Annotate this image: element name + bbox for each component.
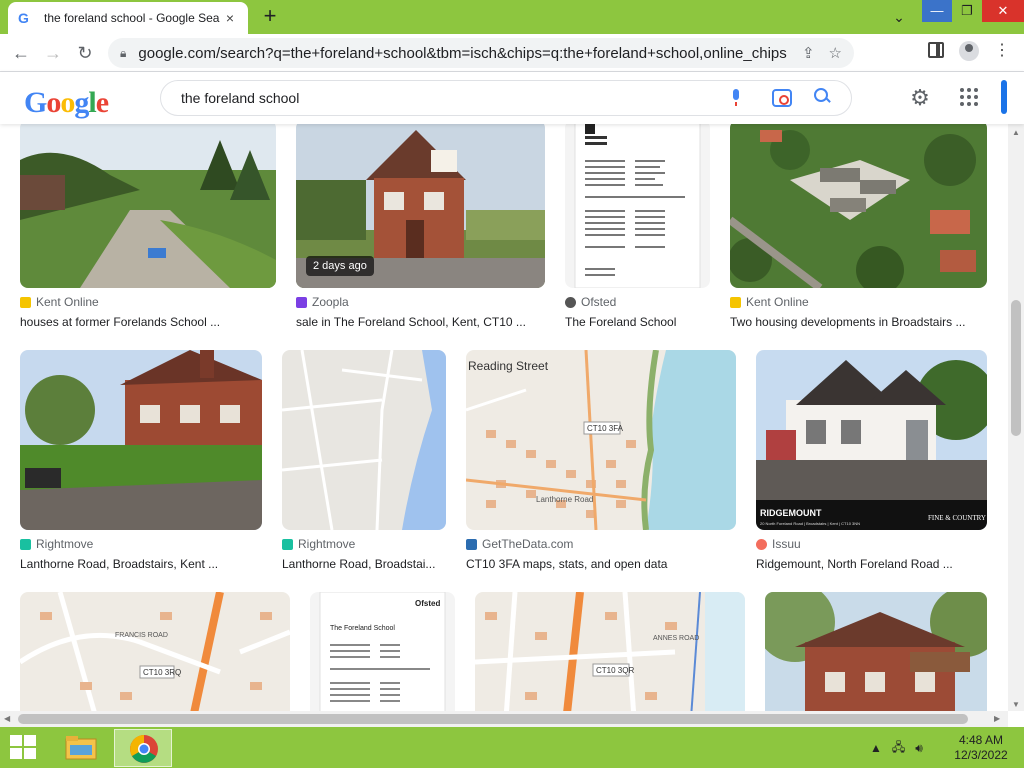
microphone-icon[interactable]	[730, 89, 742, 107]
ofsted-logo-text: Ofsted	[415, 599, 440, 608]
result-source[interactable]: Rightmove	[20, 537, 93, 551]
zoopla-favicon-icon	[296, 296, 307, 308]
map-street-label: Reading Street	[468, 359, 549, 373]
window-close-button[interactable]: ✕	[982, 0, 1024, 22]
lock-icon[interactable]: 🔒︎	[120, 46, 126, 61]
clock-date: 12/3/2022	[954, 748, 1008, 762]
tab-search-icon[interactable]: ⌄	[888, 6, 910, 28]
new-tab-button[interactable]: +	[258, 5, 282, 29]
result-source[interactable]: Ofsted	[565, 295, 616, 309]
share-icon[interactable]: ⇪	[802, 44, 815, 62]
map-postcode-label: CT10 3RQ	[143, 668, 181, 677]
window-maximize-button[interactable]: ❐	[952, 0, 982, 22]
profile-avatar-icon[interactable]	[959, 41, 979, 61]
windows-start-icon[interactable]	[10, 735, 38, 761]
result-thumbnail[interactable]	[730, 124, 987, 288]
file-explorer-icon[interactable]	[62, 733, 100, 763]
scroll-up-arrow-icon[interactable]: ▲	[1012, 128, 1020, 137]
rightmove-favicon-icon	[282, 538, 293, 550]
tab-close-icon[interactable]: ×	[222, 10, 238, 26]
result-caption[interactable]: Ridgemount, North Foreland Road ...	[756, 557, 987, 571]
result-thumbnail[interactable]: RIDGEMOUNT 20 North Foreland Road | Broa…	[756, 350, 987, 530]
taskbar-clock[interactable]: 4:48 AM 12/3/2022	[948, 733, 1014, 763]
result-thumbnail[interactable]	[765, 592, 987, 711]
result-source[interactable]: Issuu	[756, 537, 801, 551]
scroll-right-arrow-icon[interactable]: ▶	[994, 714, 1000, 723]
browser-tab[interactable]: G the foreland school - Google Sea ×	[8, 2, 248, 34]
chrome-taskbar-icon[interactable]	[114, 729, 172, 767]
getthedata-favicon-icon	[466, 538, 477, 550]
address-bar[interactable]: 🔒︎ google.com/search?q=the+foreland+scho…	[108, 38, 854, 68]
result-thumbnail[interactable]	[20, 350, 262, 530]
map-postcode-label: CT10 3QR	[596, 666, 634, 675]
image-results-grid: Kent Online houses at former Forelands S…	[0, 124, 1008, 711]
network-icon[interactable]: 🖧︎	[892, 738, 905, 759]
google-favicon-icon: G	[18, 10, 29, 26]
result-caption[interactable]: CT10 3FA maps, stats, and open data	[466, 557, 736, 571]
kent-online-favicon-icon	[20, 296, 31, 308]
result-source[interactable]: Rightmove	[282, 537, 355, 551]
system-tray: ▲ 🖧︎ 🔊︎	[870, 737, 923, 759]
browser-toolbar: ← → ↻ 🔒︎ google.com/search?q=the+forelan…	[0, 34, 1024, 72]
result-thumbnail[interactable]: CT10 3QR ANNES ROAD	[475, 592, 745, 711]
settings-gear-icon[interactable]: ⚙	[908, 86, 932, 110]
result-thumbnail[interactable]	[282, 350, 446, 530]
reload-icon[interactable]: ↻	[72, 40, 98, 66]
back-arrow-icon[interactable]: ←	[8, 40, 34, 66]
search-input[interactable]	[181, 90, 701, 106]
result-thumbnail[interactable]: Ofsted The Foreland School	[310, 592, 455, 711]
result-source[interactable]: Kent Online	[730, 295, 809, 309]
kent-online-favicon-icon	[730, 296, 741, 308]
result-thumbnail[interactable]: CT10 3FA Reading Street Lanthorne Road	[466, 350, 736, 530]
google-logo[interactable]: Google	[24, 86, 109, 120]
result-caption[interactable]: houses at former Forelands School ...	[20, 315, 276, 329]
result-thumbnail[interactable]	[565, 124, 710, 288]
issuu-favicon-icon	[756, 538, 767, 550]
ridgemount-subtitle: 20 North Foreland Road | Broadstairs | K…	[760, 521, 860, 526]
scroll-left-arrow-icon[interactable]: ◀	[4, 714, 10, 723]
volume-icon[interactable]: 🔊︎	[915, 741, 923, 756]
chrome-menu-icon[interactable]: ⋮	[992, 40, 1012, 62]
ofsted-favicon-icon	[565, 296, 576, 308]
document-title: The Foreland School	[330, 625, 395, 632]
tab-title: the foreland school - Google Sea	[44, 11, 220, 25]
map-street-label: FRANCIS ROAD	[115, 632, 168, 639]
result-caption[interactable]: The Foreland School	[565, 315, 710, 329]
result-thumbnail[interactable]: 2 days ago	[296, 124, 545, 288]
map-road-label: Lanthorne Road	[536, 495, 593, 504]
bookmark-star-icon[interactable]: ☆	[829, 44, 842, 62]
search-icon[interactable]	[814, 88, 832, 108]
search-box[interactable]	[160, 80, 852, 116]
google-apps-icon[interactable]	[960, 88, 978, 106]
result-source[interactable]: GetTheData.com	[466, 537, 573, 551]
result-thumbnail[interactable]: CT10 3RQ FRANCIS ROAD	[20, 592, 290, 711]
window-minimize-button[interactable]: —	[922, 0, 952, 22]
result-caption[interactable]: Lanthorne Road, Broadstairs, Kent ...	[20, 557, 262, 571]
vertical-scroll-thumb[interactable]	[1011, 300, 1021, 436]
result-thumbnail[interactable]	[20, 124, 276, 288]
rightmove-favicon-icon	[20, 538, 31, 550]
google-lens-icon[interactable]	[772, 89, 792, 107]
map-postcode-label: CT10 3FA	[587, 424, 624, 433]
result-source[interactable]: Kent Online	[20, 295, 99, 309]
tray-expand-icon[interactable]: ▲	[870, 741, 882, 755]
result-source[interactable]: Zoopla	[296, 295, 349, 309]
side-panel-icon[interactable]	[928, 42, 944, 58]
scroll-down-arrow-icon[interactable]: ▼	[1012, 700, 1020, 709]
forward-arrow-icon[interactable]: →	[40, 40, 66, 66]
url-text[interactable]: google.com/search?q=the+foreland+school&…	[138, 45, 788, 62]
time-badge: 2 days ago	[306, 256, 374, 276]
result-caption[interactable]: Lanthorne Road, Broadstai...	[282, 557, 446, 571]
result-caption[interactable]: Two housing developments in Broadstairs …	[730, 315, 987, 329]
map-road-label: ANNES ROAD	[653, 635, 699, 642]
fine-country-logo: FINE & COUNTRY	[928, 514, 986, 522]
result-caption[interactable]: sale in The Foreland School, Kent, CT10 …	[296, 315, 545, 329]
sign-in-button-edge[interactable]	[1001, 80, 1007, 114]
clock-time: 4:48 AM	[958, 733, 1004, 747]
horizontal-scroll-thumb[interactable]	[18, 714, 968, 724]
ridgemount-title: RIDGEMOUNT	[760, 508, 822, 518]
google-header: Google ⚙	[0, 72, 1024, 124]
